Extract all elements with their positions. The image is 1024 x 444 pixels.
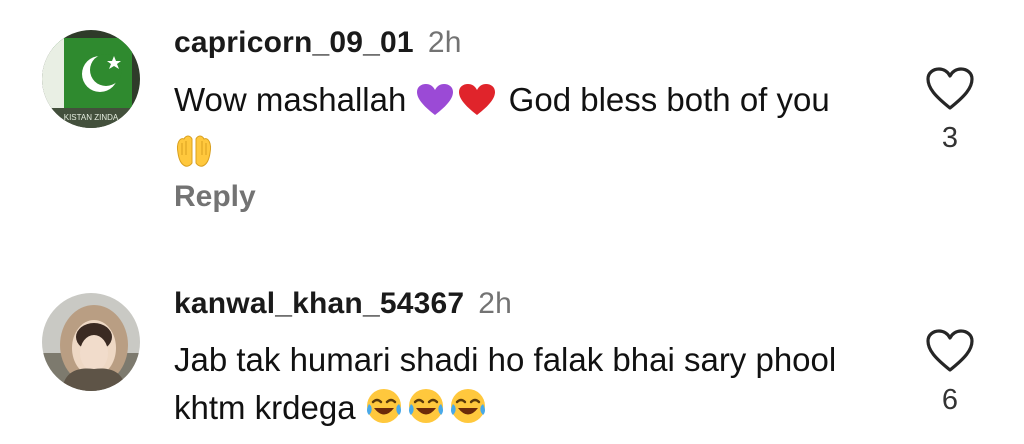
comment-text: Jab tak humari shadi ho falak bhai sary … (174, 336, 874, 438)
like-count: 6 (941, 384, 959, 416)
face-with-tears-of-joy-emoji (407, 387, 445, 438)
heart-icon (926, 67, 974, 110)
pakistan-flag-avatar-image: KISTAN ZINDA (42, 30, 140, 128)
face-with-tears-of-joy-emoji (449, 387, 487, 438)
comment-username[interactable]: kanwal_khan_54367 2h (174, 287, 512, 321)
username-text[interactable]: capricorn_09_01 (174, 26, 414, 59)
heart-icon (926, 329, 974, 372)
avatar[interactable]: KISTAN ZINDA (42, 30, 140, 128)
comment-item: KISTAN ZINDA capricorn_09_01 2h Wow masha… (0, 0, 1024, 250)
face-with-tears-of-joy-emoji (365, 387, 403, 438)
palms-up-together-emoji (174, 133, 214, 184)
comment-timestamp: 2h (478, 287, 513, 320)
comment-text: Wow mashallah God bless both of you (174, 76, 874, 184)
svg-text:KISTAN ZINDA: KISTAN ZINDA (64, 113, 119, 122)
comment-username[interactable]: capricorn_09_01 2h (174, 26, 462, 60)
reply-button[interactable]: Reply (174, 180, 256, 214)
like-count: 3 (941, 122, 959, 154)
red-heart-emoji (458, 82, 496, 130)
like-button[interactable] (925, 66, 975, 112)
avatar[interactable] (42, 293, 140, 391)
like-button[interactable] (925, 328, 975, 374)
username-text[interactable]: kanwal_khan_54367 (174, 287, 464, 320)
comment-item: kanwal_khan_54367 2h Jab tak humari shadi… (0, 250, 1024, 444)
purple-heart-emoji (416, 82, 454, 130)
profile-photo-avatar-image (42, 293, 140, 391)
comment-timestamp: 2h (427, 26, 462, 59)
